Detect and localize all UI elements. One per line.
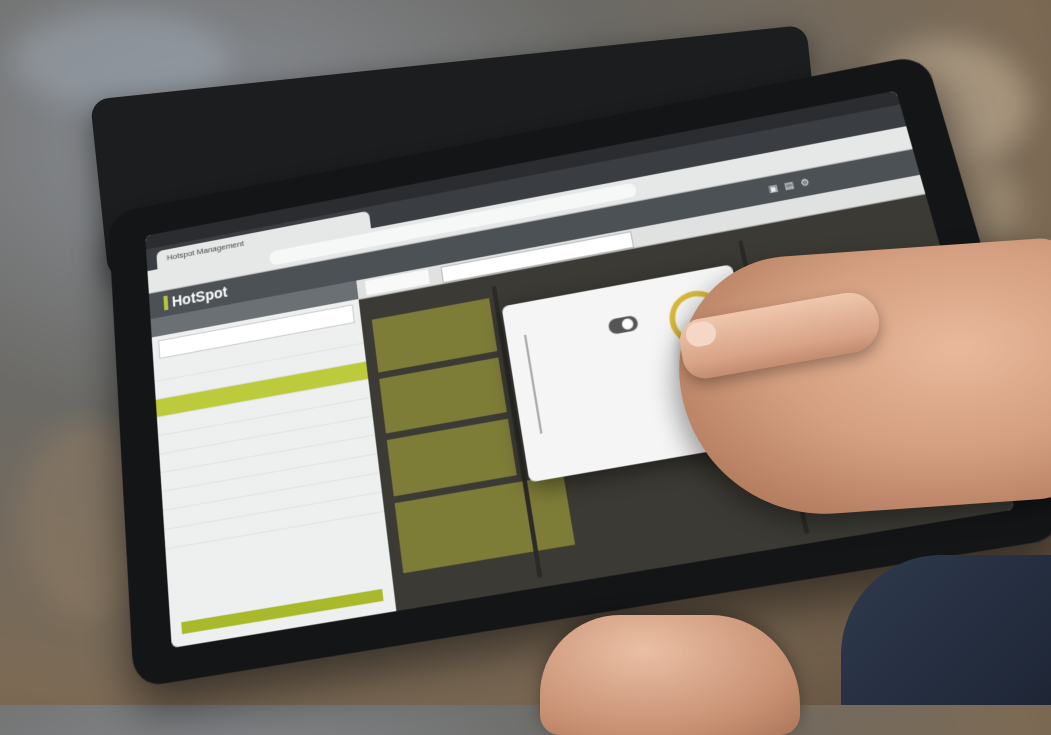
sidebar-action-bar[interactable] xyxy=(181,588,384,635)
sidebar xyxy=(150,280,398,648)
header-icons[interactable]: ▣▤⚙ xyxy=(767,175,817,195)
thumb xyxy=(540,615,800,735)
status-toggle[interactable] xyxy=(607,314,640,336)
photo-scene: Hotspot Management HotSpot ▣▤⚙ xyxy=(0,0,1051,735)
popup-scale xyxy=(523,334,543,434)
logo-mark xyxy=(163,295,169,311)
sleeve xyxy=(841,555,1051,705)
